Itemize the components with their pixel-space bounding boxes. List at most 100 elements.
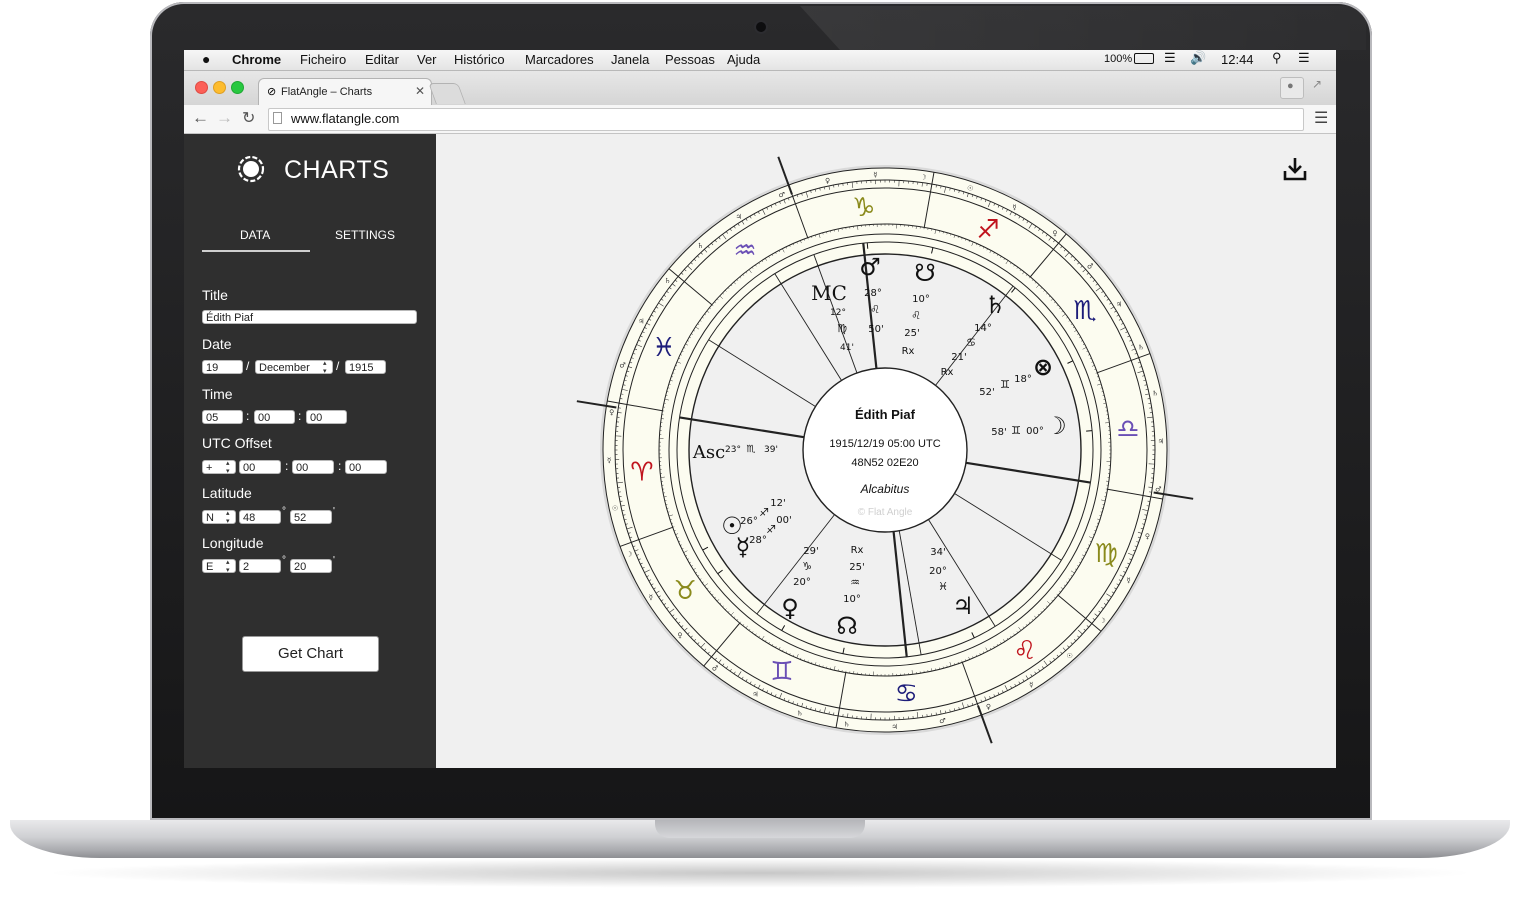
decan-ruler-glyph: ♀	[825, 177, 830, 185]
forward-icon[interactable]: →	[216, 108, 233, 128]
year-input[interactable]: 1915	[345, 360, 386, 374]
planet-degree: 10°	[843, 594, 861, 605]
browser-tab-active[interactable]: ⊘ FlatAngle – Charts ✕	[258, 78, 432, 107]
latitude-direction-select[interactable]: N	[202, 510, 236, 526]
chart-name: Édith Piaf	[855, 407, 916, 422]
volume-icon[interactable]: 🔊	[1190, 50, 1206, 66]
planet-minute: 21'	[951, 352, 966, 363]
midheaven-sign: ♍	[837, 322, 847, 335]
decan-ruler-glyph: ☽	[626, 550, 632, 558]
decan-ruler-glyph: ☿	[607, 457, 611, 465]
month-value: December	[259, 362, 310, 374]
chart-panel: ♂ ♀ ☿ ☽ ☉ ☿ ♀ ♂ ♃ ♄ ♄ ♃ ♂ ♀ ☿ ☽ ☉ ☿ ♀ ♂ ♃ ♄ ♄ ♃ ♂ ♀ ☿ ☽ ☉ ☿ ♀ ♂ ♃ ♄ ♄ ♃ ♈ ♉ ♊ ♋…	[436, 134, 1336, 768]
zodiac-sign-glyph: ♊	[770, 657, 793, 687]
natal-chart-wheel[interactable]: ♂ ♀ ☿ ☽ ☉ ☿ ♀ ♂ ♃ ♄ ♄ ♃ ♂ ♀ ☿ ☽ ☉ ☿ ♀ ♂ ♃ ♄ ♄ ♃ ♂ ♀ ☿ ☽ ☉ ☿ ♀ ♂ ♃ ♄ ♄ ♃ ♈ ♉ ♊ ♋…	[436, 134, 1336, 768]
longitude-label: Longitude	[202, 535, 264, 551]
utc-hours-input[interactable]: 00	[239, 460, 281, 474]
title-input[interactable]: Édith Piaf	[202, 310, 417, 324]
menu-janela[interactable]: Janela	[611, 52, 649, 67]
longitude-direction-select[interactable]: E	[202, 559, 236, 575]
planet-degree: 00°	[1026, 426, 1044, 437]
menu-ajuda[interactable]: Ajuda	[727, 52, 760, 67]
ascendant-label: Asc	[692, 442, 725, 463]
minute-symbol: '	[333, 555, 335, 566]
day-input[interactable]: 19	[202, 360, 243, 374]
date-separator: /	[246, 359, 250, 373]
degree-symbol: °	[282, 506, 286, 517]
planet-position-tick	[866, 242, 869, 249]
planet-glyph: ☊	[836, 612, 857, 640]
address-bar[interactable]: www.flatangle.com	[268, 108, 1304, 131]
menu-ficheiro[interactable]: Ficheiro	[300, 52, 346, 67]
planet-minute: 58'	[991, 427, 1006, 438]
url-text[interactable]: www.flatangle.com	[291, 111, 399, 126]
decan-ruler-glyph: ♀	[986, 703, 991, 711]
decan-ruler-glyph: ☉	[1067, 652, 1073, 660]
profile-button[interactable]: ●	[1280, 77, 1304, 99]
zodiac-sign-glyph: ♓	[652, 333, 675, 363]
month-select[interactable]: December	[255, 360, 333, 376]
planet-degree: 10°	[912, 294, 930, 305]
maximize-window-icon[interactable]	[231, 81, 244, 94]
degree-symbol: °	[282, 555, 286, 566]
planet-degree: 26°	[740, 516, 758, 527]
chrome-menu-icon[interactable]: ☰	[1314, 108, 1328, 128]
decan-ruler-glyph: ♃	[736, 213, 742, 221]
zodiac-sign-glyph: ♑	[852, 193, 875, 223]
back-icon[interactable]: ←	[192, 108, 209, 128]
zodiac-sign-glyph: ♈	[630, 457, 653, 487]
fullscreen-icon[interactable]: ↗	[1312, 77, 1322, 91]
longitude-degrees-input[interactable]: 2	[239, 559, 281, 573]
reload-icon[interactable]: ↻	[242, 108, 255, 128]
menubar-clock[interactable]: 12:44	[1221, 52, 1254, 67]
planet-minute: 00'	[776, 515, 791, 526]
minimize-window-icon[interactable]	[213, 81, 226, 94]
notification-center-icon[interactable]: ☰	[1298, 50, 1310, 66]
planet-sign: ♑	[802, 560, 812, 573]
decan-ruler-glyph: ☽	[920, 174, 926, 182]
latitude-degrees-input[interactable]: 48	[239, 510, 281, 524]
chart-credit: © Flat Angle	[858, 507, 913, 518]
planet-glyph: ⊗	[1033, 353, 1053, 381]
tab-close-icon[interactable]: ✕	[415, 84, 425, 98]
menu-ver[interactable]: Ver	[417, 52, 437, 67]
utc-minutes-input[interactable]: 00	[292, 460, 334, 474]
spotlight-icon[interactable]: ⚲	[1272, 50, 1282, 66]
midheaven-minute: 41'	[840, 343, 854, 353]
second-input[interactable]: 00	[306, 410, 347, 424]
decan-ruler-glyph: ♃	[1116, 301, 1122, 309]
close-window-icon[interactable]	[195, 81, 208, 94]
menu-editar[interactable]: Editar	[365, 52, 399, 67]
tab-settings[interactable]: SETTINGS	[335, 228, 395, 242]
decan-ruler-glyph: ♃	[891, 723, 897, 731]
new-tab-button[interactable]	[428, 83, 466, 104]
minute-input[interactable]: 00	[254, 410, 295, 424]
menu-pessoas[interactable]: Pessoas	[665, 52, 715, 67]
planet-glyph: ☋	[914, 259, 935, 287]
utc-seconds-input[interactable]: 00	[345, 460, 387, 474]
decan-ruler-glyph: ☉	[612, 504, 618, 512]
utc-sign-select[interactable]: +	[202, 460, 236, 476]
menu-app-name[interactable]: Chrome	[232, 52, 281, 67]
time-separator: :	[246, 409, 250, 423]
utc-separator: :	[285, 459, 289, 473]
menu-historico[interactable]: Histórico	[454, 52, 505, 67]
longitude-minutes-input[interactable]: 20	[290, 559, 332, 573]
battery-icon[interactable]	[1134, 53, 1154, 64]
hour-input[interactable]: 05	[202, 410, 243, 424]
menu-marcadores[interactable]: Marcadores	[525, 52, 594, 67]
planet-minute: 25'	[849, 562, 864, 573]
decan-ruler-glyph: ♀	[1052, 230, 1057, 238]
wifi-icon[interactable]: ☰	[1164, 50, 1176, 66]
profile-icon: ●	[1287, 80, 1294, 92]
planet-minute: 34'	[930, 547, 945, 558]
decan-ruler-glyph: ☿	[649, 593, 653, 601]
macos-menubar: ● Chrome Ficheiro Editar Ver Histórico M…	[184, 50, 1336, 71]
midheaven-label: MC	[811, 281, 847, 305]
tab-data[interactable]: DATA	[240, 228, 270, 242]
decan-ruler-glyph: ☿	[1127, 577, 1131, 585]
get-chart-button[interactable]: Get Chart	[242, 636, 379, 672]
latitude-minutes-input[interactable]: 52	[290, 510, 332, 524]
planet-glyph: ♂	[859, 253, 881, 281]
apple-icon[interactable]: ●	[202, 51, 210, 67]
